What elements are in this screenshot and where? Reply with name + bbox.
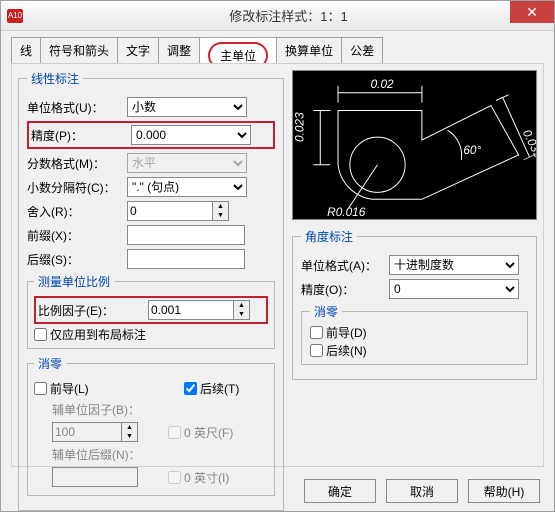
precision-select[interactable]: 0.000	[131, 125, 251, 145]
roundoff-spinner[interactable]: ▲▼	[127, 201, 229, 221]
trailing-label: 后续(T)	[200, 380, 239, 397]
roundoff-label: 舍入(R)：	[27, 203, 127, 220]
fraction-format-label: 分数格式(M)：	[27, 155, 127, 172]
leading-input[interactable]	[34, 382, 47, 395]
zero-suppression-group: 消零 前导(L) 后续(T) 辅单位因子(B)：	[27, 355, 275, 496]
linear-legend: 线性标注	[27, 70, 83, 87]
spin-up-icon[interactable]: ▲	[234, 301, 249, 310]
precision-label: 精度(P)：	[31, 127, 131, 144]
leading-checkbox[interactable]: 前导(L)	[34, 380, 174, 397]
spin-down-icon[interactable]: ▼	[234, 310, 249, 319]
leading-label: 前导(L)	[50, 380, 89, 397]
feet-label: 0 英尺(F)	[184, 424, 233, 441]
angle-zero-group: 消零 前导(D) 后续(N)	[301, 303, 528, 365]
trailing-input[interactable]	[184, 382, 197, 395]
feet-input	[168, 426, 181, 439]
angle-trailing-checkbox[interactable]: 后续(N)	[310, 342, 367, 359]
zero-legend: 消零	[34, 355, 66, 372]
suffix-input[interactable]	[127, 249, 245, 269]
right-column: 0.02 0.023 0.039 60° R0.016 角度标注 单位格式(A)…	[292, 70, 537, 460]
titlebar: A10 修改标注样式：1：1 ✕	[1, 1, 554, 31]
preview-svg: 0.02 0.023 0.039 60° R0.016	[293, 71, 536, 219]
angle-trailing-input[interactable]	[310, 344, 323, 357]
layout-only-checkbox[interactable]: 仅应用到布局标注	[34, 326, 146, 343]
cancel-button[interactable]: 取消	[386, 479, 458, 503]
spin-up-icon[interactable]: ▲	[213, 202, 228, 211]
radius-value: R0.016	[327, 205, 366, 219]
dim-top: 0.02	[371, 77, 394, 91]
inches-checkbox: 0 英寸(I)	[168, 469, 229, 486]
dialog-title: 修改标注样式：1：1	[23, 6, 554, 25]
dim-right: 0.039	[520, 127, 536, 160]
angle-unit-format-select[interactable]: 十进制度数	[389, 255, 519, 275]
spin-down-icon: ▼	[122, 432, 137, 441]
ok-button[interactable]: 确定	[304, 479, 376, 503]
angle-precision-label: 精度(O)：	[301, 281, 389, 298]
layout-only-label: 仅应用到布局标注	[50, 326, 146, 343]
suffix-label: 后缀(S)：	[27, 251, 127, 268]
angle-leading-input[interactable]	[310, 326, 323, 339]
angle-leading-checkbox[interactable]: 前导(D)	[310, 324, 367, 341]
spin-down-icon[interactable]: ▼	[213, 211, 228, 220]
measurement-scale-group: 测量单位比例 比例因子(E)： ▲▼ 仅应用到布局标注	[27, 273, 275, 349]
inches-label: 0 英寸(I)	[184, 469, 229, 486]
decimal-separator-label: 小数分隔符(C)：	[27, 179, 127, 196]
app-icon: A10	[7, 9, 23, 23]
prefix-input[interactable]	[127, 225, 245, 245]
scale-factor-label: 比例因子(E)：	[38, 302, 148, 319]
scale-factor-input[interactable]	[148, 300, 234, 320]
dialog-buttons: 确定 取消 帮助(H)	[304, 479, 540, 503]
subunit-suffix-input	[52, 467, 138, 487]
angle-value: 60°	[463, 143, 481, 157]
scale-factor-spinner[interactable]: ▲▼	[148, 300, 250, 320]
fraction-format-select: 水平	[127, 153, 247, 173]
subunit-factor-label: 辅单位因子(B)：	[52, 401, 174, 418]
feet-checkbox: 0 英尺(F)	[168, 424, 233, 441]
linear-dimension-group: 线性标注 单位格式(U)： 小数 精度(P)： 0.000 分数格式(M)： 水…	[18, 70, 284, 511]
angle-legend: 角度标注	[301, 228, 357, 245]
tab-content: 线性标注 单位格式(U)： 小数 精度(P)： 0.000 分数格式(M)： 水…	[11, 63, 544, 467]
angle-trailing-label: 后续(N)	[326, 342, 367, 359]
trailing-checkbox[interactable]: 后续(T)	[184, 380, 239, 397]
angle-leading-label: 前导(D)	[326, 324, 367, 341]
angle-unit-format-label: 单位格式(A)：	[301, 257, 389, 274]
inches-input	[168, 471, 181, 484]
dialog-window: A10 修改标注样式：1：1 ✕ 线 符号和箭头 文字 调整 主单位 换算单位 …	[0, 0, 555, 512]
decimal-separator-select[interactable]: "." (句点)	[127, 177, 247, 197]
unit-format-select[interactable]: 小数	[127, 97, 247, 117]
subunit-suffix-label: 辅单位后缀(N)：	[52, 446, 174, 463]
left-column: 线性标注 单位格式(U)： 小数 精度(P)： 0.000 分数格式(M)： 水…	[18, 70, 284, 460]
subunit-factor-spinner: ▲▼	[52, 422, 138, 442]
help-button[interactable]: 帮助(H)	[468, 479, 540, 503]
unit-format-label: 单位格式(U)：	[27, 99, 127, 116]
roundoff-input[interactable]	[127, 201, 213, 221]
scale-legend: 测量单位比例	[34, 273, 114, 290]
angle-precision-select[interactable]: 0	[389, 279, 519, 299]
subunit-factor-input	[52, 422, 122, 442]
dim-left: 0.023	[293, 112, 307, 142]
close-button[interactable]: ✕	[510, 1, 554, 23]
angle-dimension-group: 角度标注 单位格式(A)： 十进制度数 精度(O)： 0 消零 前导(D) 后续…	[292, 228, 537, 380]
scale-factor-highlight: 比例因子(E)： ▲▼	[34, 296, 268, 324]
preview-pane: 0.02 0.023 0.039 60° R0.016	[292, 70, 537, 220]
layout-only-input[interactable]	[34, 328, 47, 341]
prefix-label: 前缀(X)：	[27, 227, 127, 244]
spin-up-icon: ▲	[122, 423, 137, 432]
precision-highlight: 精度(P)： 0.000	[27, 121, 275, 149]
angle-zero-legend: 消零	[310, 303, 342, 320]
